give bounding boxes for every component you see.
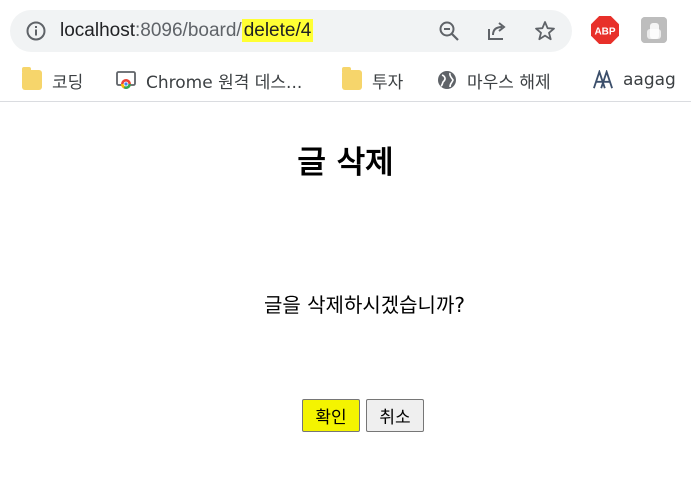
bookmark-label: 마우스 해제 xyxy=(467,72,551,93)
info-icon[interactable] xyxy=(26,21,46,41)
aagag-icon xyxy=(593,70,613,89)
bookmark-mouse-release[interactable]: 마우스 해제 xyxy=(437,66,551,94)
bookmark-label: aagag xyxy=(623,70,676,90)
cancel-button[interactable]: 취소 xyxy=(366,399,424,432)
page-title: 글 삭제 xyxy=(297,145,394,181)
bookmark-aagag[interactable]: aagag xyxy=(593,66,676,94)
address-bar[interactable]: localhost:8096/board/delete/4 xyxy=(10,10,572,52)
confirm-button[interactable]: 확인 xyxy=(302,399,360,432)
profile-icon[interactable] xyxy=(641,17,667,43)
action-buttons: 확인 취소 xyxy=(302,399,424,432)
bookmark-label: 코딩 xyxy=(52,72,84,93)
share-icon[interactable] xyxy=(486,20,508,42)
adblock-icon[interactable]: ABP xyxy=(591,16,619,44)
adblock-label: ABP xyxy=(594,27,615,38)
bookmark-coding[interactable]: 코딩 xyxy=(22,66,83,94)
url-host: localhost xyxy=(60,20,135,41)
bookmark-chrome-remote-desktop[interactable]: Chrome 원격 데스... xyxy=(116,66,302,94)
bookmarks-bar: 코딩 Chrome 원격 데스... 투자 마우스 해제 aagag xyxy=(0,58,691,102)
bookmark-label: Chrome 원격 데스... xyxy=(146,72,303,93)
delete-confirmation-message: 글을 삭제하시겠습니까? xyxy=(264,293,465,317)
url-path: :8096/board/ xyxy=(135,20,242,41)
bookmark-label: 투자 xyxy=(372,72,404,93)
star-icon[interactable] xyxy=(534,20,556,42)
folder-icon xyxy=(22,67,42,90)
url-text[interactable]: localhost:8096/board/delete/4 xyxy=(60,19,314,43)
zoom-icon[interactable] xyxy=(438,20,460,42)
browser-toolbar: localhost:8096/board/delete/4 ABP xyxy=(0,0,691,58)
folder-icon xyxy=(342,67,362,90)
bookmark-investment[interactable]: 투자 xyxy=(342,66,403,94)
remote-desktop-icon xyxy=(116,71,136,89)
globe-icon xyxy=(438,71,456,89)
url-highlighted-segment: delete/4 xyxy=(241,19,314,42)
